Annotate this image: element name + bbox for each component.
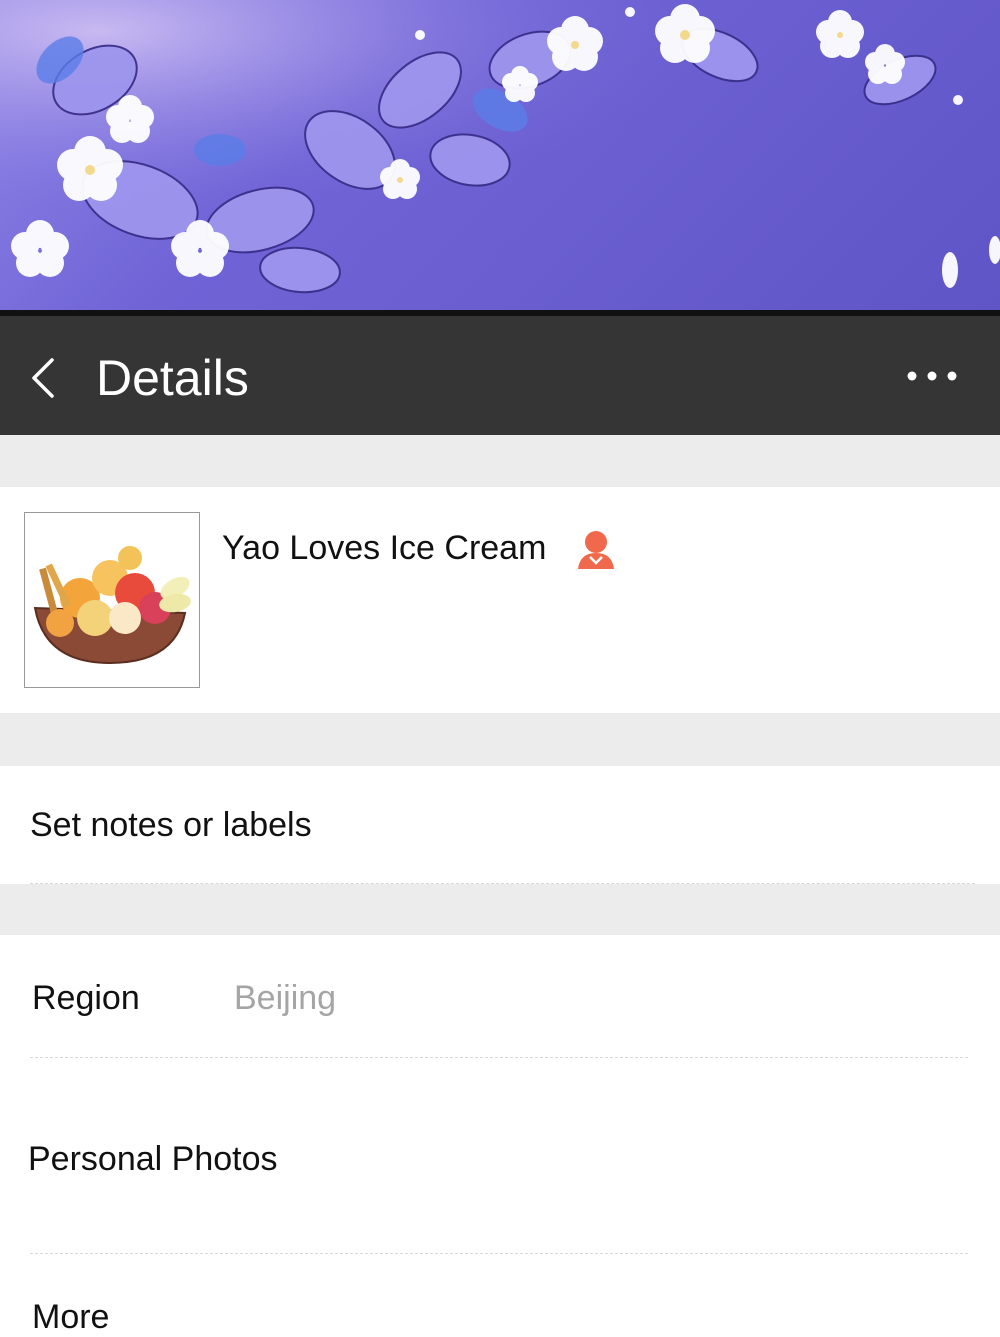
region-label: Region <box>32 979 140 1017</box>
section-gap <box>0 435 1000 487</box>
chevron-left-icon <box>32 358 54 398</box>
more-row[interactable]: More <box>0 1254 1000 1336</box>
set-notes-label: Set notes or labels <box>30 806 312 844</box>
section-gap <box>0 884 1000 935</box>
profile-card: Yao Loves Ice Cream <box>0 487 1000 713</box>
page-title: Details <box>96 350 249 406</box>
profile-cover-banner[interactable] <box>0 0 1000 310</box>
set-notes-row[interactable]: Set notes or labels <box>0 766 1000 884</box>
person-icon <box>578 531 614 569</box>
more-dots-icon <box>907 371 957 381</box>
personal-photos-label: Personal Photos <box>28 1140 278 1178</box>
region-value: Beijing <box>234 979 337 1017</box>
ice-cream-bowl-avatar <box>33 546 191 665</box>
region-row: Region Beijing <box>0 935 1000 1057</box>
more-label: More <box>32 1298 110 1336</box>
navigation-bar: Details <box>0 310 1000 435</box>
personal-photos-row[interactable]: Personal Photos <box>0 1058 1000 1252</box>
profile-name: Yao Loves Ice Cream <box>222 529 547 567</box>
flower-illustration <box>0 0 1000 310</box>
more-options-button[interactable] <box>904 356 960 396</box>
section-gap <box>0 713 1000 766</box>
back-button[interactable] <box>22 348 70 408</box>
avatar[interactable] <box>24 512 200 688</box>
